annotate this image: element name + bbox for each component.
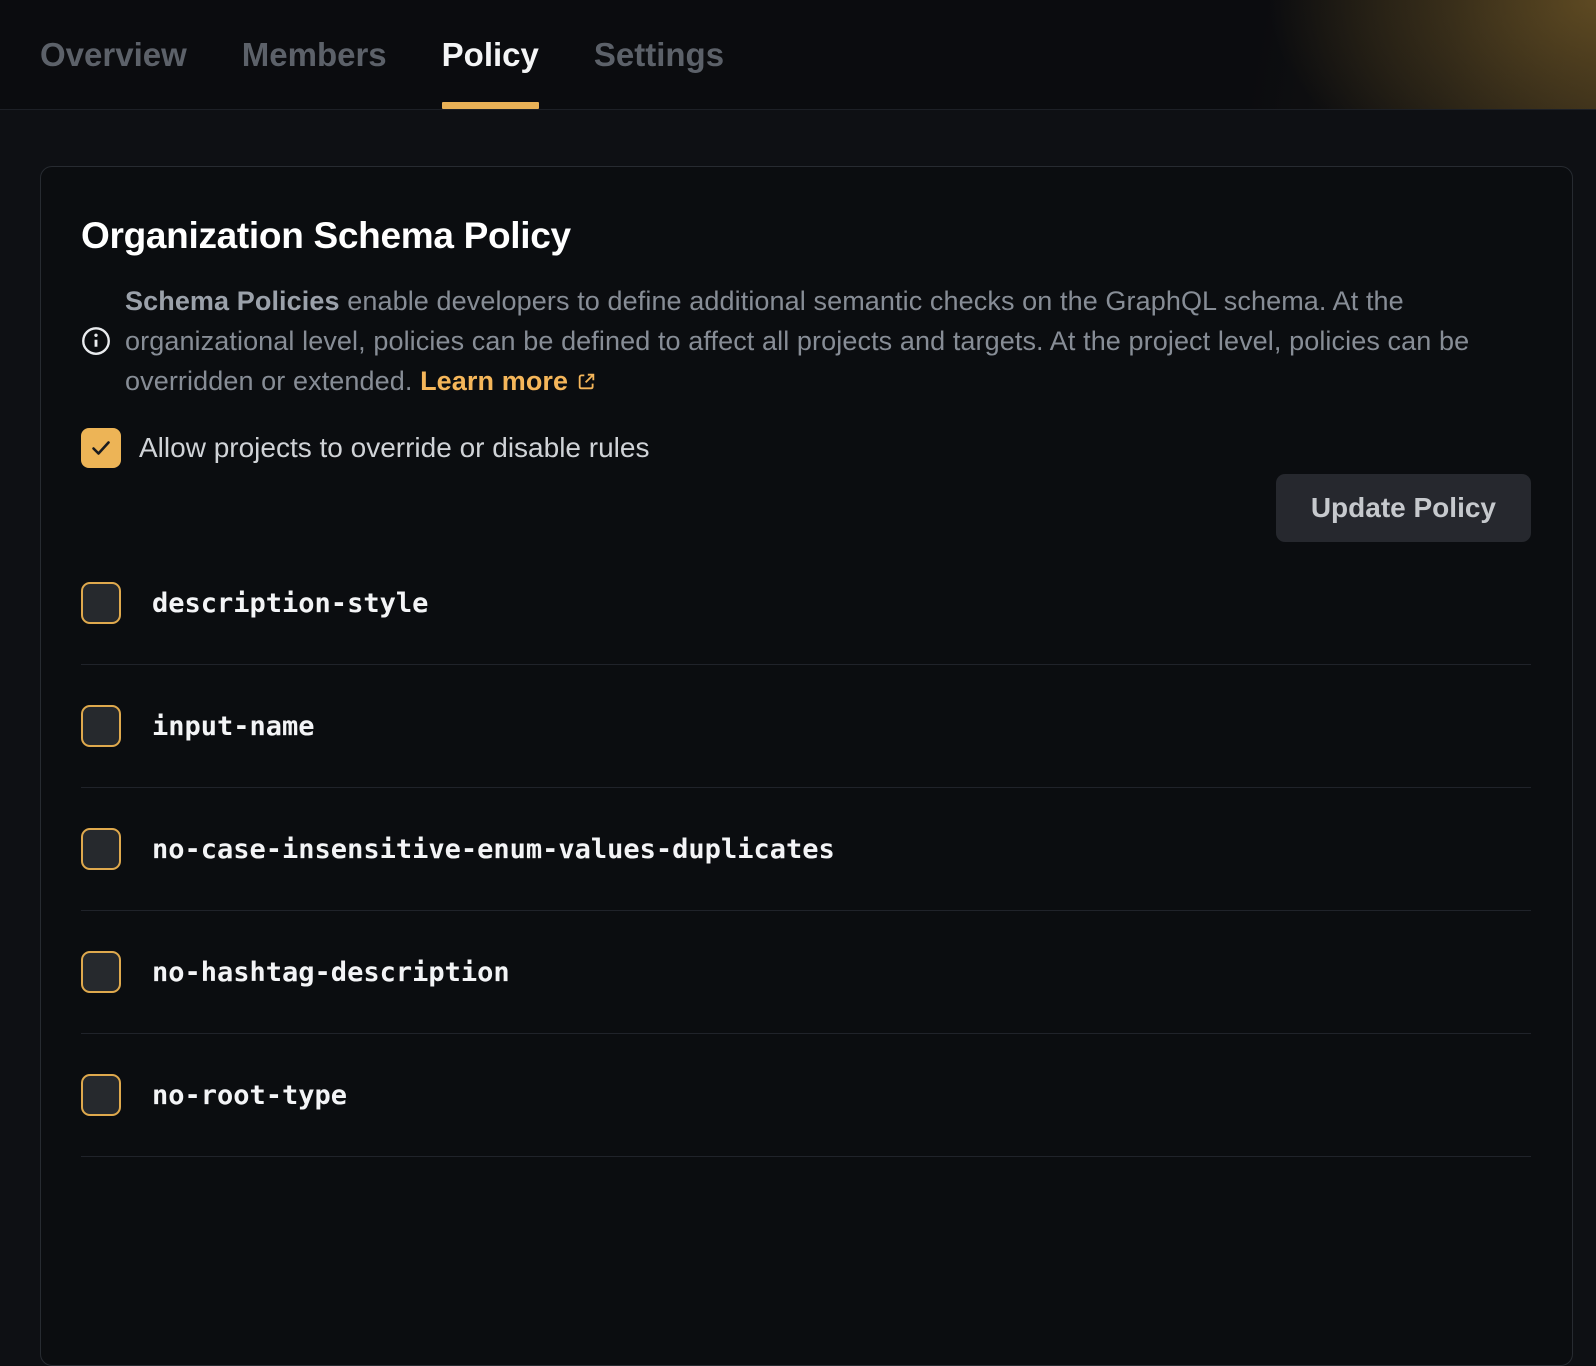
rule-name: input-name [152, 711, 315, 742]
allow-override-label: Allow projects to override or disable ru… [139, 432, 649, 464]
rule-checkbox[interactable] [81, 705, 121, 747]
checkmark-icon [89, 436, 113, 460]
policy-card: Organization Schema Policy Schema Polici… [40, 166, 1573, 1366]
rule-row: no-root-type [81, 1034, 1531, 1156]
rule-row: input-name [81, 665, 1531, 787]
rule-checkbox[interactable] [81, 951, 121, 993]
rule-row: no-hashtag-description [81, 911, 1531, 1033]
allow-override-row[interactable]: Allow projects to override or disable ru… [81, 428, 1531, 468]
description-lead: Schema Policies [125, 286, 340, 316]
update-policy-button[interactable]: Update Policy [1276, 474, 1531, 542]
tab-policy[interactable]: Policy [442, 0, 539, 109]
rule-checkbox[interactable] [81, 582, 121, 624]
info-icon [81, 326, 111, 356]
tab-members[interactable]: Members [242, 0, 387, 109]
schema-policy-description: Schema Policies enable developers to def… [81, 281, 1531, 401]
learn-more-label: Learn more [420, 366, 568, 396]
rule-name: no-root-type [152, 1080, 347, 1111]
rule-name: no-hashtag-description [152, 957, 510, 988]
external-link-icon [576, 371, 597, 392]
tab-settings[interactable]: Settings [594, 0, 724, 109]
tab-overview[interactable]: Overview [40, 0, 187, 109]
rule-checkbox[interactable] [81, 828, 121, 870]
rule-name: description-style [152, 588, 428, 619]
description-text: Schema Policies enable developers to def… [125, 281, 1531, 401]
allow-override-checkbox[interactable] [81, 428, 121, 468]
rule-row: description-style [81, 542, 1531, 664]
top-tab-bar: Overview Members Policy Settings [0, 0, 1596, 110]
rule-name: no-case-insensitive-enum-values-duplicat… [152, 834, 835, 865]
rule-divider [81, 1156, 1531, 1157]
rule-checkbox[interactable] [81, 1074, 121, 1116]
header-glow-decoration [976, 0, 1596, 110]
page-title: Organization Schema Policy [81, 215, 1531, 257]
button-row: Update Policy [81, 474, 1531, 542]
learn-more-link[interactable]: Learn more [420, 366, 597, 396]
rules-list: description-style input-name no-case-ins… [81, 542, 1531, 1157]
rule-row: no-case-insensitive-enum-values-duplicat… [81, 788, 1531, 910]
